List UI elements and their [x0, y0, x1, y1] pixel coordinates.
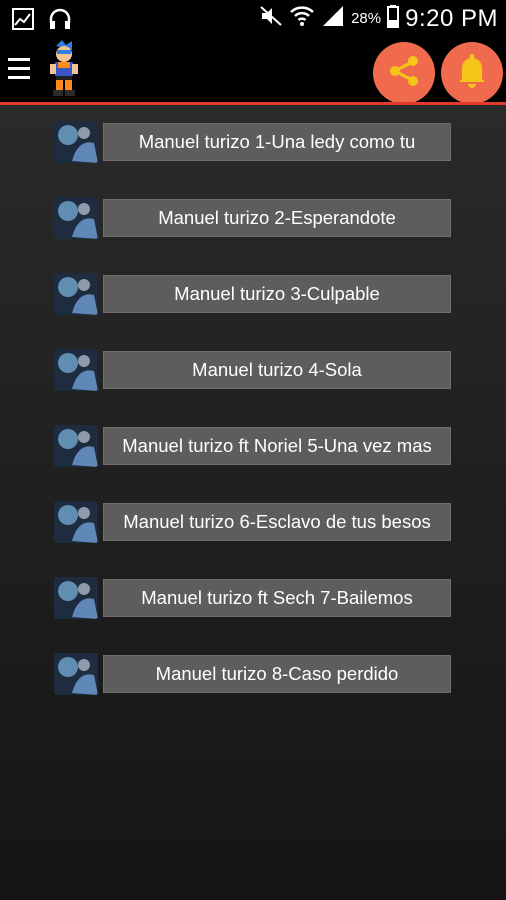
list-item: Manuel turizo 3-Culpable	[54, 273, 452, 315]
status-bar: 28% 9:20 PM	[0, 0, 506, 38]
list-item: Manuel turizo 4-Sola	[54, 349, 452, 391]
song-button-8[interactable]: Manuel turizo 8-Caso perdido	[103, 655, 451, 693]
signal-icon	[321, 4, 345, 33]
song-button-5[interactable]: Manuel turizo ft Noriel 5-Una vez mas	[103, 427, 451, 465]
song-button-6[interactable]: Manuel turizo 6-Esclavo de tus besos	[103, 503, 451, 541]
list-item: Manuel turizo 1-Una ledy como tu	[54, 121, 452, 163]
album-thumbnail	[54, 197, 98, 239]
headphones-icon	[48, 8, 72, 35]
list-item: Manuel turizo ft Sech 7-Bailemos	[54, 577, 452, 619]
character-logo-icon	[44, 40, 84, 98]
bell-icon	[456, 53, 488, 94]
menu-icon	[8, 58, 30, 61]
share-icon	[386, 53, 422, 94]
list-item: Manuel turizo 6-Esclavo de tus besos	[54, 501, 452, 543]
album-thumbnail	[54, 273, 98, 315]
song-button-7[interactable]: Manuel turizo ft Sech 7-Bailemos	[103, 579, 451, 617]
wifi-icon	[289, 4, 315, 33]
song-button-3[interactable]: Manuel turizo 3-Culpable	[103, 275, 451, 313]
battery-percent: 28%	[351, 10, 382, 27]
list-item: Manuel turizo ft Noriel 5-Una vez mas	[54, 425, 452, 467]
album-thumbnail	[54, 501, 98, 543]
mute-icon	[259, 4, 283, 33]
image-icon	[12, 8, 34, 35]
album-thumbnail	[54, 425, 98, 467]
clock: 9:20 PM	[405, 4, 498, 32]
battery-icon	[387, 4, 400, 33]
share-button[interactable]	[373, 42, 435, 104]
song-button-1[interactable]: Manuel turizo 1-Una ledy como tu	[103, 123, 451, 161]
song-list: Manuel turizo 1-Una ledy como tu Manuel …	[0, 105, 506, 900]
song-button-4[interactable]: Manuel turizo 4-Sola	[103, 351, 451, 389]
album-thumbnail	[54, 653, 98, 695]
list-item: Manuel turizo 8-Caso perdido	[54, 653, 452, 695]
list-item: Manuel turizo 2-Esperandote	[54, 197, 452, 239]
song-button-2[interactable]: Manuel turizo 2-Esperandote	[103, 199, 451, 237]
menu-button[interactable]	[8, 54, 32, 84]
notifications-button[interactable]	[441, 42, 503, 104]
album-thumbnail	[54, 577, 98, 619]
album-thumbnail	[54, 349, 98, 391]
album-thumbnail	[54, 121, 98, 163]
